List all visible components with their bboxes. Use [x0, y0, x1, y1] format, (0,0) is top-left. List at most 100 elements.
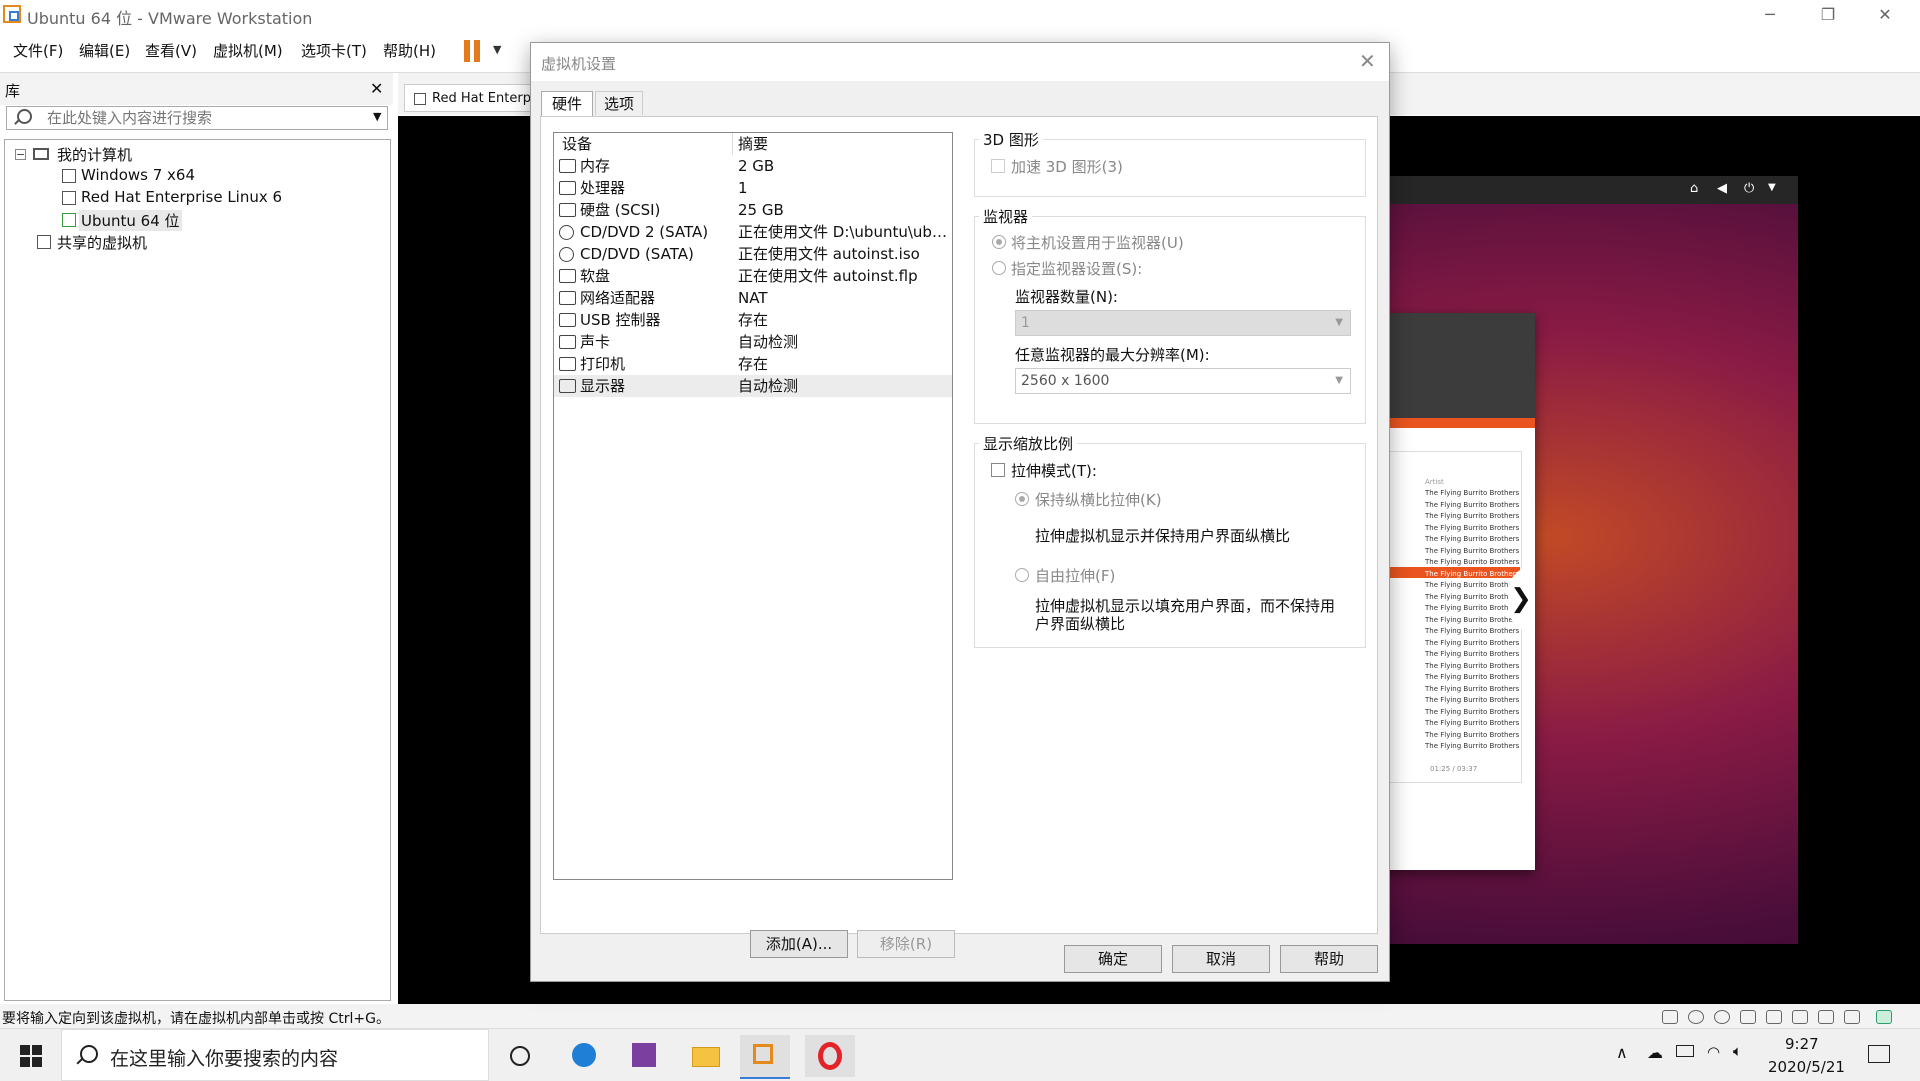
status-notes-icon[interactable] — [1876, 1010, 1892, 1024]
battery-icon[interactable] — [1676, 1045, 1694, 1057]
menu-tabs[interactable]: 选项卡(T) — [301, 40, 367, 61]
library-search-input[interactable] — [45, 108, 349, 128]
menu-help[interactable]: 帮助(H) — [383, 40, 436, 61]
status-harddisk-icon[interactable] — [1662, 1010, 1678, 1024]
device-name: 处理器 — [580, 179, 626, 197]
status-cd-icon[interactable] — [1688, 1010, 1704, 1024]
accelerate-3d-checkbox[interactable] — [991, 159, 1005, 173]
max-resolution-select[interactable]: 2560 x 1600 ▼ — [1015, 368, 1351, 394]
device-row-sound[interactable]: 声卡 自动检测 — [554, 331, 952, 353]
player-row: The Flying Burrito Brothers — [1425, 581, 1520, 589]
keep-aspect-radio[interactable] — [1015, 492, 1029, 506]
edge-icon[interactable] — [560, 1035, 610, 1077]
status-sound-icon[interactable] — [1818, 1010, 1834, 1024]
add-device-button[interactable]: 添加(A)... — [750, 930, 848, 958]
device-row-network[interactable]: 网络适配器 NAT — [554, 287, 952, 309]
player-row: The Flying Burrito Brothers — [1425, 731, 1520, 739]
summary-column-header[interactable]: 摘要 — [738, 133, 948, 155]
vm-tab-label: Red Hat Enterpris — [432, 91, 544, 106]
onedrive-icon[interactable]: ☁ — [1647, 1043, 1663, 1062]
tree-vm-windows7[interactable]: Windows 7 x64 — [81, 166, 195, 184]
specify-monitor-radio[interactable] — [992, 261, 1006, 275]
volume-icon[interactable]: 🔈︎ — [1733, 1042, 1742, 1060]
device-row-floppy[interactable]: 软盘 正在使用文件 autoinst.flp — [554, 265, 952, 287]
device-row-usb[interactable]: USB 控制器 存在 — [554, 309, 952, 331]
remove-device-button[interactable]: 移除(R) — [857, 930, 955, 958]
status-floppy-icon[interactable] — [1740, 1010, 1756, 1024]
tab-hardware[interactable]: 硬件 — [541, 91, 593, 117]
device-row-memory[interactable]: 内存 2 GB — [554, 155, 952, 177]
keep-aspect-description: 拉伸虚拟机显示并保持用户界面纵横比 — [1035, 527, 1291, 545]
guest-network-icon: ⌂ — [1690, 181, 1699, 196]
device-row-display[interactable]: 显示器 自动检测 — [554, 375, 952, 397]
file-explorer-icon[interactable] — [680, 1035, 730, 1077]
vm-settings-dialog: 虚拟机设置 ✕ 硬件 选项 设备 摘要 内存 2 GB 处理器 1 硬盘 (SC… — [530, 42, 1390, 982]
tree-shared-vms[interactable]: 共享的虚拟机 — [57, 232, 147, 253]
onenote-icon[interactable] — [620, 1035, 670, 1077]
cancel-button[interactable]: 取消 — [1172, 945, 1270, 973]
tray-chevron-icon[interactable]: ∧ — [1616, 1043, 1628, 1062]
tree-vm-ubuntu[interactable]: Ubuntu 64 位 — [79, 210, 182, 231]
search-dropdown-icon[interactable]: ▼ — [373, 110, 381, 123]
windows-start-icon[interactable] — [20, 1045, 42, 1067]
player-column-header: Artist — [1425, 478, 1444, 486]
menu-file[interactable]: 文件(F) — [13, 40, 63, 61]
device-summary: 自动检测 — [738, 333, 799, 351]
device-row-harddisk[interactable]: 硬盘 (SCSI) 25 GB — [554, 199, 952, 221]
device-name: 打印机 — [580, 355, 626, 373]
status-cd2-icon[interactable] — [1714, 1010, 1730, 1024]
stretch-mode-checkbox[interactable] — [991, 463, 1005, 477]
wifi-icon[interactable]: ◠ — [1707, 1043, 1720, 1061]
menu-edit[interactable]: 编辑(E) — [79, 40, 130, 61]
library-search-box[interactable]: ▼ — [6, 106, 388, 130]
monitor-count-select[interactable]: 1 ▼ — [1015, 310, 1351, 336]
tab-options[interactable]: 选项 — [595, 91, 643, 115]
library-close-button[interactable]: ✕ — [370, 79, 383, 98]
display-icon — [559, 379, 576, 393]
vm-tab-rhel[interactable]: Red Hat Enterpris — [404, 84, 544, 112]
restore-button[interactable]: ❐ — [1805, 2, 1851, 28]
use-host-label: 将主机设置用于监视器(U) — [1011, 234, 1184, 252]
use-host-radio[interactable] — [992, 235, 1006, 249]
device-row-processor[interactable]: 处理器 1 — [554, 177, 952, 199]
tree-vm-rhel6[interactable]: Red Hat Enterprise Linux 6 — [81, 188, 282, 206]
ok-button[interactable]: 确定 — [1064, 945, 1162, 973]
minimize-button[interactable]: ─ — [1747, 2, 1793, 28]
device-row-cddvd2[interactable]: CD/DVD 2 (SATA) 正在使用文件 D:\ubuntu\ubu... — [554, 221, 952, 243]
player-row: The Flying Burrito Brothers — [1425, 512, 1520, 520]
status-network-icon[interactable] — [1766, 1010, 1782, 1024]
taskbar-search[interactable]: 在这里输入你要搜索的内容 — [61, 1029, 489, 1081]
task-view-icon[interactable] — [495, 1035, 545, 1077]
menu-vm[interactable]: 虚拟机(M) — [213, 40, 283, 61]
player-row: The Flying Burrito Brothers — [1425, 489, 1520, 497]
keep-aspect-label: 保持纵横比拉伸(K) — [1035, 491, 1162, 509]
device-row-cddvd[interactable]: CD/DVD (SATA) 正在使用文件 autoinst.iso — [554, 243, 952, 265]
vmware-taskbar-icon[interactable] — [740, 1035, 790, 1079]
opera-icon[interactable] — [805, 1035, 855, 1077]
clock-time[interactable]: 9:27 — [1785, 1035, 1819, 1053]
collapse-icon[interactable]: − — [15, 149, 26, 160]
tree-my-computer[interactable]: 我的计算机 — [57, 144, 132, 165]
free-stretch-description-2: 户界面纵横比 — [1035, 615, 1126, 633]
status-printer-icon[interactable] — [1792, 1010, 1808, 1024]
player-row: The Flying Burrito Brothers — [1425, 604, 1520, 612]
dialog-close-button[interactable]: ✕ — [1359, 49, 1376, 73]
device-row-printer[interactable]: 打印机 存在 — [554, 353, 952, 375]
pause-dropdown-icon[interactable]: ▼ — [493, 43, 501, 56]
menu-view[interactable]: 查看(V) — [145, 40, 197, 61]
clock-date[interactable]: 2020/5/21 — [1768, 1058, 1845, 1076]
pause-icon[interactable] — [464, 40, 484, 62]
help-button[interactable]: 帮助 — [1280, 945, 1378, 973]
library-header: 库 ✕ — [0, 73, 393, 105]
status-camera-icon[interactable] — [1844, 1010, 1860, 1024]
notification-icon[interactable] — [1868, 1045, 1890, 1063]
network-icon — [559, 291, 576, 305]
status-message: 要将输入定向到该虚拟机，请在虚拟机内部单击或按 Ctrl+G。 — [2, 1011, 390, 1027]
close-button[interactable]: ✕ — [1862, 2, 1908, 28]
device-list[interactable]: 设备 摘要 内存 2 GB 处理器 1 硬盘 (SCSI) 25 GB CD/D… — [553, 132, 953, 880]
player-row: The Flying Burrito Brothers — [1425, 593, 1520, 601]
free-stretch-radio[interactable] — [1015, 568, 1029, 582]
graphics-group-title: 3D 图形 — [979, 129, 1043, 150]
device-name: 网络适配器 — [580, 289, 656, 307]
device-column-header[interactable]: 设备 — [562, 133, 592, 155]
